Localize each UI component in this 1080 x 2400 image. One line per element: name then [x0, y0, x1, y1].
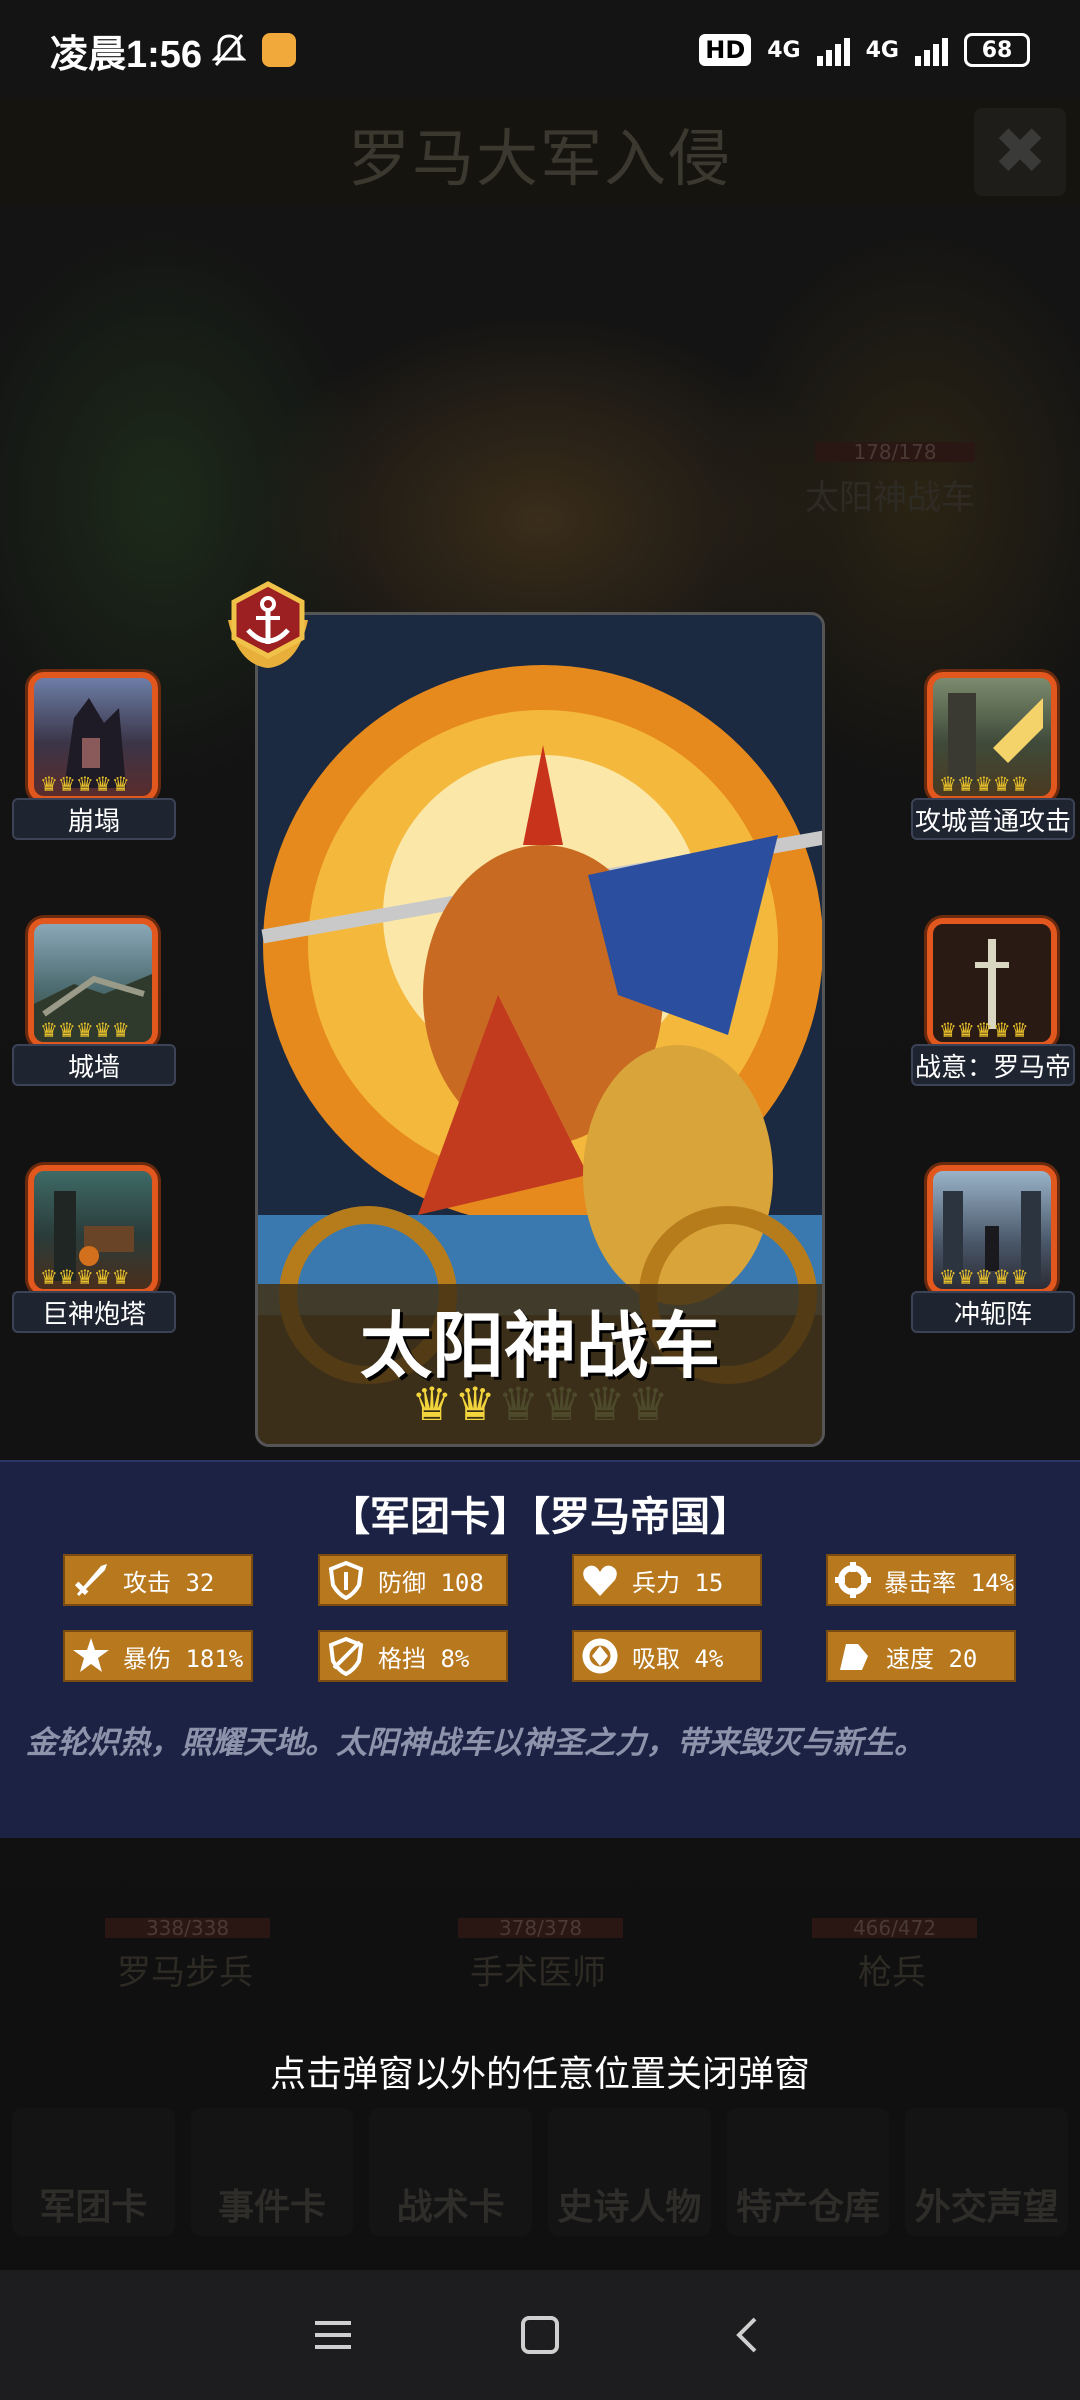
signal-icon — [915, 34, 948, 66]
stat-label: 速度 — [886, 1644, 934, 1673]
crown-icon: ♛ — [454, 1377, 496, 1431]
stat-lifesteal: 吸取 4% — [572, 1630, 762, 1682]
stat-label: 兵力 — [632, 1568, 680, 1597]
background-unit-name: 枪兵 — [858, 1953, 926, 1993]
stat-value: 8% — [440, 1644, 470, 1673]
card-tags: 【军团卡】【罗马帝国】 — [330, 1494, 750, 1540]
network-type: 4G — [865, 37, 899, 63]
background-hero-name: 太阳神战车 — [805, 478, 975, 518]
anchor-icon — [228, 581, 308, 668]
crown-icon: ♛ — [584, 1377, 626, 1431]
background-unit-hp: 338/338 — [105, 1918, 270, 1938]
tab-legion-card[interactable]: 军团卡 — [12, 2108, 175, 2236]
background-unit-hp: 378/378 — [458, 1918, 623, 1938]
stat-label: 攻击 — [123, 1568, 171, 1597]
status-bar: 凌晨1:56 HD 4G 4G 68 — [0, 0, 1080, 100]
stat-crit-damage: 暴伤 181% — [63, 1630, 253, 1682]
rank-crowns: ♛♛♛♛♛ — [40, 1018, 130, 1042]
skill-label: 战意：罗马帝 — [911, 1044, 1075, 1086]
stat-label: 吸取 — [632, 1644, 680, 1673]
signal-icon — [816, 34, 850, 66]
crit-rate-icon — [828, 1556, 878, 1604]
crown-icon: ♛ — [497, 1377, 539, 1431]
card-info-panel: 【军团卡】【罗马帝国】 攻击 32 防御 108 兵力 15 暴击率 14% 暴… — [0, 1460, 1080, 1838]
battery-level: 68 — [981, 37, 1013, 63]
skill-card-city-wall[interactable]: ♛♛♛♛♛ 城墙 — [6, 918, 176, 1093]
stat-label: 格挡 — [378, 1644, 426, 1673]
skill-card-war-spirit[interactable]: ♛♛♛♛♛ 战意：罗马帝 — [905, 918, 1075, 1093]
lifesteal-icon — [574, 1632, 626, 1680]
stat-label: 防御 — [378, 1568, 426, 1597]
stat-value: 181% — [185, 1644, 244, 1673]
crown-icon: ♛ — [627, 1377, 669, 1431]
background-unit-name: 罗马步兵 — [117, 1953, 253, 1993]
rank-crowns: ♛♛♛♛♛ — [939, 1018, 1029, 1042]
crit-damage-icon — [65, 1632, 117, 1680]
app-notification-icon — [262, 33, 297, 67]
stat-value: 14% — [970, 1568, 1014, 1597]
stat-attack: 攻击 32 — [63, 1554, 253, 1606]
shield-icon — [320, 1556, 372, 1604]
stat-label: 暴击率 — [884, 1568, 957, 1597]
stat-label: 暴伤 — [123, 1644, 171, 1673]
tab-tactic-card[interactable]: 战术卡 — [369, 2108, 533, 2236]
home-icon — [520, 2316, 559, 2354]
stat-speed: 速度 20 — [826, 1630, 1016, 1682]
stat-block: 格挡 8% — [318, 1630, 508, 1682]
menu-icon — [315, 2321, 352, 2349]
rank-crowns: ♛♛♛♛♛ — [40, 1265, 130, 1289]
unit-card[interactable]: 太阳神战车 ♛ ♛ ♛ ♛ ♛ ♛ — [255, 612, 825, 1447]
background-unit-name: 手术医师 — [470, 1953, 606, 1993]
battery-icon: 68 — [964, 33, 1030, 67]
tab-epic-figures[interactable]: 史诗人物 — [548, 2108, 711, 2236]
sword-icon — [65, 1556, 117, 1604]
background-hero-hp: 178/178 — [815, 442, 975, 462]
skill-label: 巨神炮塔 — [12, 1291, 176, 1333]
stat-value: 20 — [948, 1644, 978, 1673]
close-hint: 点击弹窗以外的任意位置关闭弹窗 — [269, 2054, 810, 2095]
skill-label: 冲轭阵 — [911, 1291, 1075, 1333]
stat-value: 4% — [694, 1644, 724, 1673]
stat-value: 32 — [185, 1568, 215, 1597]
stat-value: 108 — [440, 1568, 484, 1597]
background-close-icon: ✖ — [974, 108, 1066, 196]
hd-icon: HD — [699, 34, 752, 66]
skill-card-collapse[interactable]: ♛♛♛♛♛ 崩塌 — [6, 672, 176, 847]
skill-label: 崩塌 — [12, 798, 176, 840]
tab-diplomatic-reputation[interactable]: 外交声望 — [905, 2108, 1069, 2236]
menu-button[interactable] — [293, 2295, 373, 2375]
navigation-bar — [0, 2270, 1080, 2400]
card-rank-crowns: ♛ ♛ ♛ ♛ ♛ ♛ — [258, 1377, 822, 1431]
skill-label: 城墙 — [12, 1044, 176, 1086]
crown-icon: ♛ — [411, 1377, 453, 1431]
heart-icon — [574, 1556, 626, 1604]
bell-off-icon — [212, 34, 247, 66]
status-time: 凌晨1:56 — [50, 33, 203, 76]
skill-label: 攻城普通攻击 — [911, 798, 1075, 840]
back-icon — [735, 2317, 757, 2353]
speed-icon — [828, 1632, 880, 1680]
crown-icon: ♛ — [541, 1377, 583, 1431]
skill-card-yoke-formation[interactable]: ♛♛♛♛♛ 冲轭阵 — [905, 1165, 1075, 1340]
back-button[interactable] — [707, 2295, 787, 2375]
stat-troops: 兵力 15 — [572, 1554, 762, 1606]
rank-crowns: ♛♛♛♛♛ — [939, 772, 1029, 796]
stat-defense: 防御 108 — [318, 1554, 508, 1606]
block-icon — [320, 1632, 372, 1680]
network-type: 4G — [767, 37, 801, 63]
tab-specialty-warehouse[interactable]: 特产仓库 — [726, 2108, 890, 2236]
rank-crowns: ♛♛♛♛♛ — [939, 1265, 1029, 1289]
stat-crit-rate: 暴击率 14% — [826, 1554, 1016, 1606]
stat-value: 15 — [694, 1568, 724, 1597]
rank-crowns: ♛♛♛♛♛ — [40, 772, 130, 796]
background-unit-hp: 466/472 — [812, 1918, 977, 1938]
card-flavor-text: 金轮炽热，照耀天地。太阳神战车以神圣之力，带来毁灭与新生。 — [26, 1725, 925, 1761]
background-title: 罗马大军入侵 — [0, 100, 1080, 205]
skill-card-siege-attack[interactable]: ♛♛♛♛♛ 攻城普通攻击 — [905, 672, 1075, 847]
home-button[interactable] — [500, 2295, 580, 2375]
skill-card-giant-cannon-tower[interactable]: ♛♛♛♛♛ 巨神炮塔 — [6, 1165, 176, 1340]
tab-event-card[interactable]: 事件卡 — [190, 2108, 354, 2236]
bottom-tab-bar: 军团卡 事件卡 战术卡 史诗人物 特产仓库 外交声望 — [12, 2108, 1069, 2236]
